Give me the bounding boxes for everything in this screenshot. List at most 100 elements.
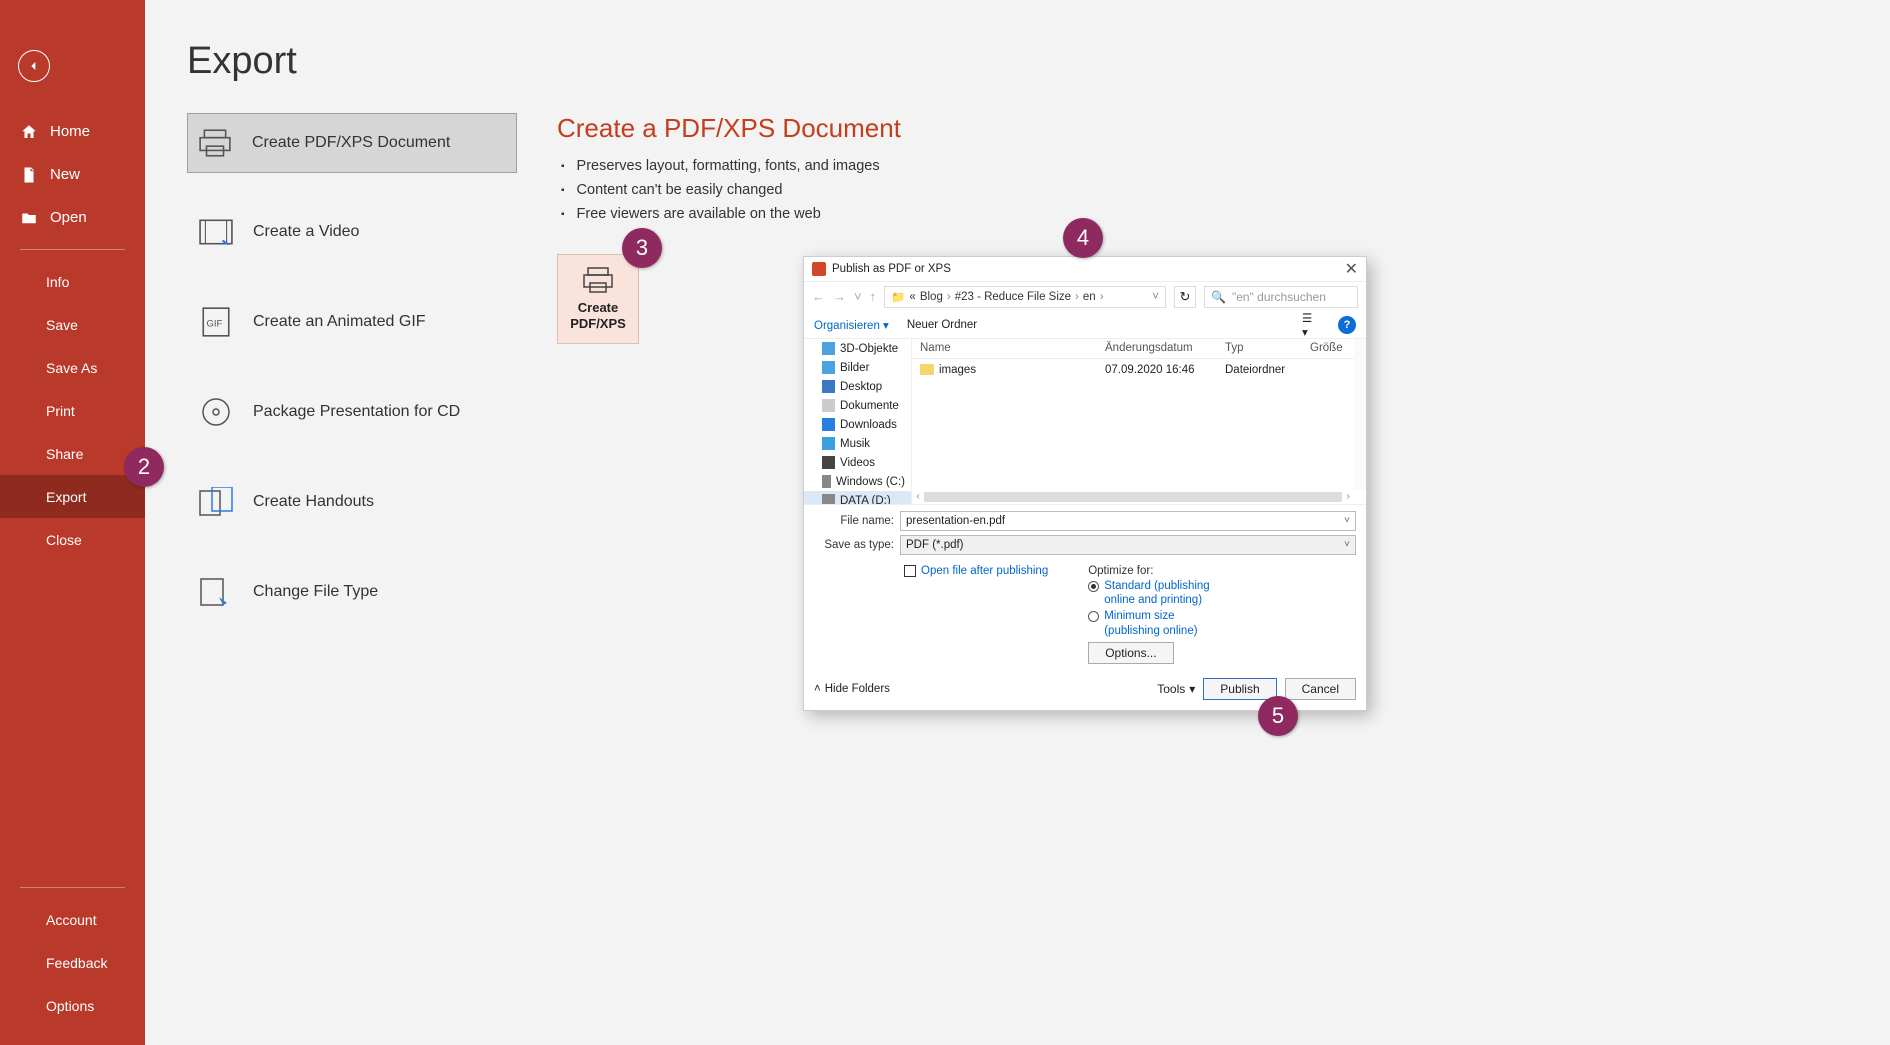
handouts-icon — [199, 485, 233, 519]
optimize-minimum-radio[interactable]: Minimum size (publishing online) — [1088, 609, 1233, 638]
tools-menu[interactable]: Tools▾ — [1157, 682, 1195, 696]
export-pdf-label: Create PDF/XPS Document — [252, 134, 450, 152]
tree-item[interactable]: Bilder — [804, 358, 911, 377]
nav-export[interactable]: Export — [0, 475, 145, 518]
page-title: Export — [187, 40, 1890, 83]
save-type-row: Save as type: PDF (*.pdf)˅ — [814, 535, 1356, 555]
change-filetype-icon — [199, 575, 233, 609]
optimize-standard-radio[interactable]: Standard (publishing online and printing… — [1088, 579, 1233, 608]
file-list: Name Änderungsdatum Typ Größe images 07.… — [912, 339, 1366, 504]
back-button[interactable] — [18, 50, 50, 82]
printer-icon — [198, 126, 232, 160]
chevron-up-icon: ˄ — [814, 683, 821, 695]
help-icon[interactable]: ? — [1338, 316, 1356, 334]
options-button[interactable]: Options... — [1088, 642, 1173, 664]
tree-item[interactable]: Videos — [804, 453, 911, 472]
backstage-sidebar: Home New Open Info Save Save As Print Sh… — [0, 0, 145, 1045]
file-name-input[interactable]: presentation-en.pdf˅ — [900, 511, 1356, 531]
nav-feedback[interactable]: Feedback — [0, 941, 145, 984]
callout-4: 4 — [1063, 218, 1103, 258]
video-icon — [199, 215, 233, 249]
nav-print[interactable]: Print — [0, 389, 145, 432]
hide-folders-button[interactable]: ˄Hide Folders — [814, 683, 890, 695]
radio-icon — [1088, 611, 1099, 622]
folder-tree: 3D-Objekte Bilder Desktop Dokumente Down… — [804, 339, 912, 504]
file-name-row: File name: presentation-en.pdf˅ — [814, 511, 1356, 531]
nav-home-label: Home — [50, 123, 90, 140]
publish-dialog: Publish as PDF or XPS ✕ ← → ˅ ↑ 📁 « Blog… — [803, 256, 1367, 711]
create-pdf-button[interactable]: Create PDF/XPS — [557, 254, 639, 344]
cd-icon — [199, 395, 233, 429]
open-after-checkbox[interactable]: Open file after publishing — [814, 565, 1048, 665]
nav-save[interactable]: Save — [0, 303, 145, 346]
folder-icon — [920, 364, 934, 375]
dialog-nav: ← → ˅ ↑ 📁 « Blog› #23 - Reduce File Size… — [804, 281, 1366, 311]
tree-item[interactable]: Desktop — [804, 377, 911, 396]
export-gif-item[interactable]: GIF Create an Animated GIF — [187, 291, 517, 353]
nav-forward-icon[interactable]: → — [833, 289, 846, 304]
export-pdf-item[interactable]: Create PDF/XPS Document — [187, 113, 517, 173]
feature-list: Preserves layout, formatting, fonts, and… — [561, 158, 901, 222]
view-options-icon[interactable]: ☰ ▾ — [1302, 316, 1320, 334]
printer-icon — [582, 266, 614, 294]
export-type-list: Create PDF/XPS Document Create a Video G… — [187, 113, 517, 623]
export-package-item[interactable]: Package Presentation for CD — [187, 381, 517, 443]
new-folder-button[interactable]: Neuer Ordner — [907, 319, 977, 331]
export-video-item[interactable]: Create a Video — [187, 201, 517, 263]
nav-divider — [20, 249, 125, 250]
export-change-label: Change File Type — [253, 583, 378, 601]
nav-open[interactable]: Open — [0, 196, 145, 239]
tree-item[interactable]: Downloads — [804, 415, 911, 434]
cancel-button[interactable]: Cancel — [1285, 678, 1356, 700]
nav-back-icon[interactable]: ← — [812, 289, 825, 304]
tree-item[interactable]: Dokumente — [804, 396, 911, 415]
export-handouts-item[interactable]: Create Handouts — [187, 471, 517, 533]
tree-item[interactable]: 3D-Objekte — [804, 339, 911, 358]
nav-divider-bottom — [20, 887, 125, 888]
publish-button[interactable]: Publish — [1203, 678, 1276, 700]
nav-new[interactable]: New — [0, 153, 145, 196]
nav-saveas[interactable]: Save As — [0, 346, 145, 389]
checkbox-icon — [904, 565, 916, 577]
export-change-item[interactable]: Change File Type — [187, 561, 517, 623]
save-type-select[interactable]: PDF (*.pdf)˅ — [900, 535, 1356, 555]
callout-3: 3 — [622, 228, 662, 268]
svg-text:GIF: GIF — [206, 318, 222, 329]
refresh-button[interactable]: ↻ — [1174, 286, 1196, 308]
export-package-label: Package Presentation for CD — [253, 403, 460, 421]
file-list-header: Name Änderungsdatum Typ Größe — [912, 339, 1366, 359]
search-icon: 🔍 — [1211, 290, 1226, 304]
nav-new-label: New — [50, 166, 80, 183]
export-gif-label: Create an Animated GIF — [253, 313, 426, 331]
nav-account[interactable]: Account — [0, 898, 145, 941]
nav-open-label: Open — [50, 209, 87, 226]
nav-recent-icon[interactable]: ˅ — [854, 289, 862, 304]
callout-2: 2 — [124, 447, 164, 487]
organize-menu[interactable]: Organisieren ▾ — [814, 318, 889, 332]
dialog-titlebar: Publish as PDF or XPS ✕ — [804, 257, 1366, 281]
gif-icon: GIF — [199, 305, 233, 339]
dialog-close-button[interactable]: ✕ — [1345, 259, 1358, 279]
file-row[interactable]: images 07.09.2020 16:46 Dateiordner — [912, 359, 1366, 381]
nav-home[interactable]: Home — [0, 110, 145, 153]
section-title: Create a PDF/XPS Document — [557, 113, 901, 144]
tree-item[interactable]: Windows (C:) — [804, 472, 911, 491]
dialog-body: 3D-Objekte Bilder Desktop Dokumente Down… — [804, 339, 1366, 504]
nav-info[interactable]: Info — [0, 260, 145, 303]
nav-options[interactable]: Options — [0, 984, 145, 1027]
export-video-label: Create a Video — [253, 223, 359, 241]
dialog-toolbar: Organisieren ▾ Neuer Ordner ☰ ▾ ? — [804, 311, 1366, 339]
callout-5: 5 — [1258, 696, 1298, 736]
tree-item-selected[interactable]: DATA (D:) — [804, 491, 911, 504]
horizontal-scrollbar[interactable]: ‹› — [912, 490, 1354, 504]
dialog-bottom: File name: presentation-en.pdf˅ Save as … — [804, 504, 1366, 673]
vertical-scrollbar[interactable] — [1354, 339, 1366, 490]
nav-close[interactable]: Close — [0, 518, 145, 561]
radio-icon — [1088, 581, 1099, 592]
export-handouts-label: Create Handouts — [253, 493, 374, 511]
powerpoint-icon — [812, 262, 826, 276]
nav-up-icon[interactable]: ↑ — [870, 289, 877, 304]
tree-item[interactable]: Musik — [804, 434, 911, 453]
search-input[interactable]: 🔍 "en" durchsuchen — [1204, 286, 1358, 308]
breadcrumb[interactable]: 📁 « Blog› #23 - Reduce File Size› en› ˅ — [884, 286, 1166, 308]
